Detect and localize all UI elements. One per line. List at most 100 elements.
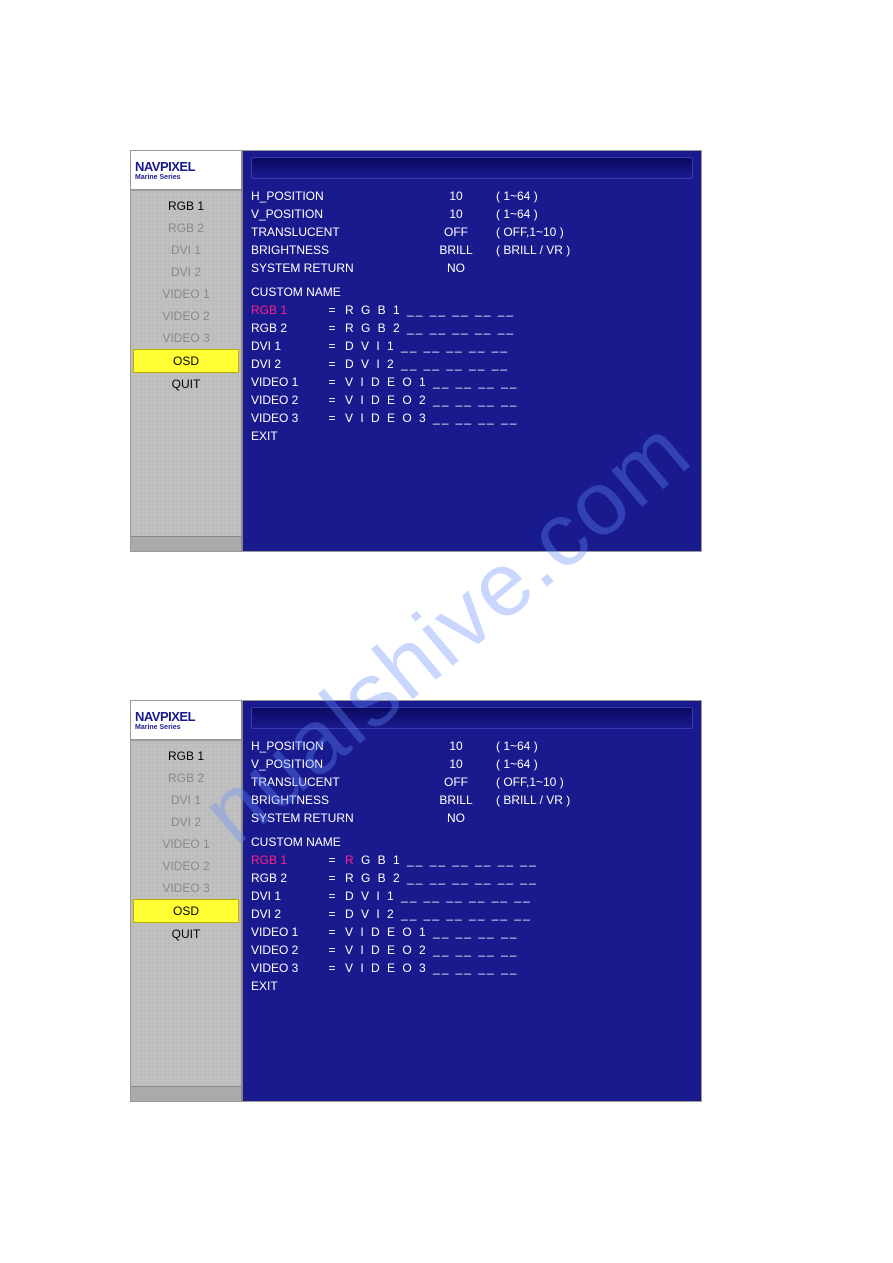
custom-value: V I D E O 3 __ __ __ __ — [345, 961, 693, 975]
setting-row[interactable]: SYSTEM RETURNNO — [251, 259, 693, 277]
equals-icon: = — [325, 357, 339, 371]
menu-dvi2[interactable]: DVI 2 — [131, 261, 241, 283]
custom-label: RGB 1 — [251, 853, 319, 867]
menu-dvi1[interactable]: DVI 1 — [131, 789, 241, 811]
custom-row[interactable]: VIDEO 3=V I D E O 3 __ __ __ __ — [251, 409, 693, 427]
setting-range: ( OFF,1~10 ) — [496, 775, 693, 789]
setting-row[interactable]: SYSTEM RETURNNO — [251, 809, 693, 827]
osd-panel-1: NAVPIXEL Marine Series RGB 1 RGB 2 DVI 1… — [130, 150, 702, 552]
menu-rgb2[interactable]: RGB 2 — [131, 767, 241, 789]
content-area: H_POSITION10( 1~64 ) V_POSITION10( 1~64 … — [243, 151, 701, 551]
setting-value: BRILL — [416, 243, 496, 257]
custom-label: VIDEO 3 — [251, 961, 319, 975]
exit-row[interactable]: EXIT — [251, 427, 693, 445]
brand-name: NAVPIXEL — [135, 159, 237, 174]
content-area: H_POSITION10( 1~64 ) V_POSITION10( 1~64 … — [243, 701, 701, 1101]
custom-label: RGB 2 — [251, 871, 319, 885]
setting-range: ( BRILL / VR ) — [496, 793, 693, 807]
custom-value: V I D E O 2 __ __ __ __ — [345, 393, 693, 407]
equals-icon: = — [325, 375, 339, 389]
custom-value: R G B 2 __ __ __ __ __ __ — [345, 871, 693, 885]
setting-row[interactable]: V_POSITION10( 1~64 ) — [251, 205, 693, 223]
setting-row[interactable]: TRANSLUCENTOFF( OFF,1~10 ) — [251, 773, 693, 791]
setting-row[interactable]: H_POSITION10( 1~64 ) — [251, 187, 693, 205]
menu-list: RGB 1 RGB 2 DVI 1 DVI 2 VIDEO 1 VIDEO 2 … — [131, 191, 241, 536]
custom-label: VIDEO 2 — [251, 393, 319, 407]
setting-range: ( 1~64 ) — [496, 189, 693, 203]
setting-value: 10 — [416, 207, 496, 221]
setting-value: 10 — [416, 189, 496, 203]
brand-name: NAVPIXEL — [135, 709, 237, 724]
custom-value: R G B 1 __ __ __ __ __ — [345, 303, 693, 317]
setting-value: OFF — [416, 225, 496, 239]
menu-list: RGB 1 RGB 2 DVI 1 DVI 2 VIDEO 1 VIDEO 2 … — [131, 741, 241, 1086]
menu-rgb1[interactable]: RGB 1 — [131, 195, 241, 217]
menu-dvi1[interactable]: DVI 1 — [131, 239, 241, 261]
custom-value: D V I 2 __ __ __ __ __ — [345, 357, 693, 371]
setting-value: OFF — [416, 775, 496, 789]
setting-name: TRANSLUCENT — [251, 775, 416, 789]
menu-rgb1[interactable]: RGB 1 — [131, 745, 241, 767]
menu-rgb2[interactable]: RGB 2 — [131, 217, 241, 239]
custom-row[interactable]: DVI 1=D V I 1 __ __ __ __ __ — [251, 337, 693, 355]
exit-row[interactable]: EXIT — [251, 977, 693, 995]
custom-row[interactable]: DVI 2=D V I 2 __ __ __ __ __ __ — [251, 905, 693, 923]
menu-video1[interactable]: VIDEO 1 — [131, 283, 241, 305]
setting-range — [496, 261, 693, 275]
custom-row[interactable]: RGB 1=R G B 1 __ __ __ __ __ — [251, 301, 693, 319]
custom-row[interactable]: VIDEO 1=V I D E O 1 __ __ __ __ — [251, 923, 693, 941]
setting-row[interactable]: H_POSITION10( 1~64 ) — [251, 737, 693, 755]
setting-value: 10 — [416, 757, 496, 771]
custom-row[interactable]: RGB 2=R G B 2 __ __ __ __ __ — [251, 319, 693, 337]
custom-row[interactable]: DVI 2=D V I 2 __ __ __ __ __ — [251, 355, 693, 373]
menu-quit[interactable]: QUIT — [131, 373, 241, 395]
brand-logo: NAVPIXEL Marine Series — [131, 701, 241, 741]
custom-row[interactable]: RGB 2=R G B 2 __ __ __ __ __ __ — [251, 869, 693, 887]
menu-osd[interactable]: OSD — [133, 349, 239, 373]
setting-range: ( BRILL / VR ) — [496, 243, 693, 257]
custom-label: VIDEO 1 — [251, 375, 319, 389]
setting-name: H_POSITION — [251, 189, 416, 203]
osd-panel-2: NAVPIXEL Marine Series RGB 1 RGB 2 DVI 1… — [130, 700, 702, 1102]
custom-label: DVI 2 — [251, 907, 319, 921]
setting-row[interactable]: V_POSITION10( 1~64 ) — [251, 755, 693, 773]
setting-name: SYSTEM RETURN — [251, 261, 416, 275]
menu-video2[interactable]: VIDEO 2 — [131, 855, 241, 877]
setting-range: ( 1~64 ) — [496, 207, 693, 221]
custom-name-title: CUSTOM NAME — [251, 827, 693, 851]
setting-range: ( 1~64 ) — [496, 757, 693, 771]
menu-dvi2[interactable]: DVI 2 — [131, 811, 241, 833]
custom-label: RGB 1 — [251, 303, 319, 317]
menu-video2[interactable]: VIDEO 2 — [131, 305, 241, 327]
menu-video3[interactable]: VIDEO 3 — [131, 327, 241, 349]
menu-osd[interactable]: OSD — [133, 899, 239, 923]
setting-row[interactable]: BRIGHTNESSBRILL( BRILL / VR ) — [251, 791, 693, 809]
custom-row[interactable]: VIDEO 2=V I D E O 2 __ __ __ __ — [251, 391, 693, 409]
equals-icon: = — [325, 889, 339, 903]
setting-row[interactable]: BRIGHTNESSBRILL( BRILL / VR ) — [251, 241, 693, 259]
custom-row[interactable]: DVI 1=D V I 1 __ __ __ __ __ __ — [251, 887, 693, 905]
custom-value: V I D E O 2 __ __ __ __ — [345, 943, 693, 957]
custom-name-title: CUSTOM NAME — [251, 277, 693, 301]
sidebar: NAVPIXEL Marine Series RGB 1 RGB 2 DVI 1… — [131, 701, 243, 1101]
value-rest: G B 1 __ __ __ __ __ __ — [356, 853, 538, 867]
custom-row[interactable]: VIDEO 3=V I D E O 3 __ __ __ __ — [251, 959, 693, 977]
equals-icon: = — [325, 853, 339, 867]
custom-value: R G B 1 __ __ __ __ __ __ — [345, 853, 693, 867]
setting-row[interactable]: TRANSLUCENTOFF( OFF,1~10 ) — [251, 223, 693, 241]
setting-value: 10 — [416, 739, 496, 753]
header-bar — [251, 157, 693, 179]
menu-video1[interactable]: VIDEO 1 — [131, 833, 241, 855]
custom-row[interactable]: RGB 1 = R G B 1 __ __ __ __ __ __ — [251, 851, 693, 869]
custom-row[interactable]: VIDEO 2=V I D E O 2 __ __ __ __ — [251, 941, 693, 959]
setting-range: ( 1~64 ) — [496, 739, 693, 753]
setting-name: H_POSITION — [251, 739, 416, 753]
custom-value: V I D E O 1 __ __ __ __ — [345, 925, 693, 939]
selected-char: R — [345, 853, 356, 867]
setting-value: BRILL — [416, 793, 496, 807]
menu-video3[interactable]: VIDEO 3 — [131, 877, 241, 899]
custom-row[interactable]: VIDEO 1=V I D E O 1 __ __ __ __ — [251, 373, 693, 391]
custom-label: RGB 2 — [251, 321, 319, 335]
menu-quit[interactable]: QUIT — [131, 923, 241, 945]
custom-value: V I D E O 3 __ __ __ __ — [345, 411, 693, 425]
